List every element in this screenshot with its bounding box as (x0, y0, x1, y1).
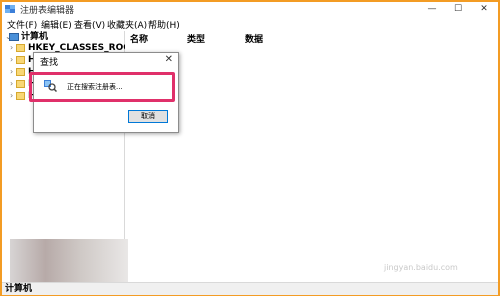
folder-icon (16, 80, 25, 88)
folder-icon (16, 68, 25, 76)
regedit-app-icon (5, 5, 15, 13)
folder-icon (16, 92, 25, 100)
column-header-name[interactable]: 名称 (130, 32, 148, 45)
column-header-type[interactable]: 类型 (187, 32, 205, 45)
menu-favorites[interactable]: 收藏夹(A) (107, 18, 147, 31)
computer-icon (9, 33, 19, 41)
highlight-annotation (29, 72, 175, 102)
minimize-button[interactable]: — (420, 2, 444, 17)
dialog-title-bar: 查找 ✕ (34, 53, 178, 69)
dialog-close-icon[interactable]: ✕ (165, 54, 173, 65)
menu-bar: 文件(F) 编辑(E) 查看(V) 收藏夹(A) 帮助(H) (2, 17, 498, 31)
menu-edit[interactable]: 编辑(E) (41, 18, 72, 31)
menu-help[interactable]: 帮助(H) (148, 18, 180, 31)
maximize-button[interactable]: ☐ (446, 2, 470, 17)
blurred-overlay (10, 239, 128, 282)
close-button[interactable]: ✕ (472, 2, 496, 17)
window-title: 注册表编辑器 (20, 6, 75, 16)
cancel-button[interactable]: 取消 (128, 110, 168, 123)
folder-icon (16, 56, 25, 64)
watermark: jingyan.baidu.com (384, 263, 458, 272)
menu-file[interactable]: 文件(F) (7, 18, 37, 31)
values-pane: 名称 类型 数据 (125, 31, 498, 282)
status-path: 计算机 (5, 284, 33, 294)
folder-icon (16, 44, 25, 52)
menu-view[interactable]: 查看(V) (74, 18, 105, 31)
status-bar: 计算机 (2, 282, 498, 295)
column-header-data[interactable]: 数据 (245, 32, 263, 45)
expand-icon[interactable]: › (10, 54, 13, 66)
expand-icon[interactable]: › (10, 78, 13, 90)
expand-icon[interactable]: › (10, 90, 13, 102)
expand-icon[interactable]: › (10, 66, 13, 78)
dialog-title: 查找 (40, 58, 59, 68)
regedit-window: 注册表编辑器 — ☐ ✕ 文件(F) 编辑(E) 查看(V) 收藏夹(A) 帮助… (0, 0, 500, 296)
title-bar: 注册表编辑器 — ☐ ✕ (2, 2, 498, 17)
expand-icon[interactable]: › (10, 42, 13, 54)
